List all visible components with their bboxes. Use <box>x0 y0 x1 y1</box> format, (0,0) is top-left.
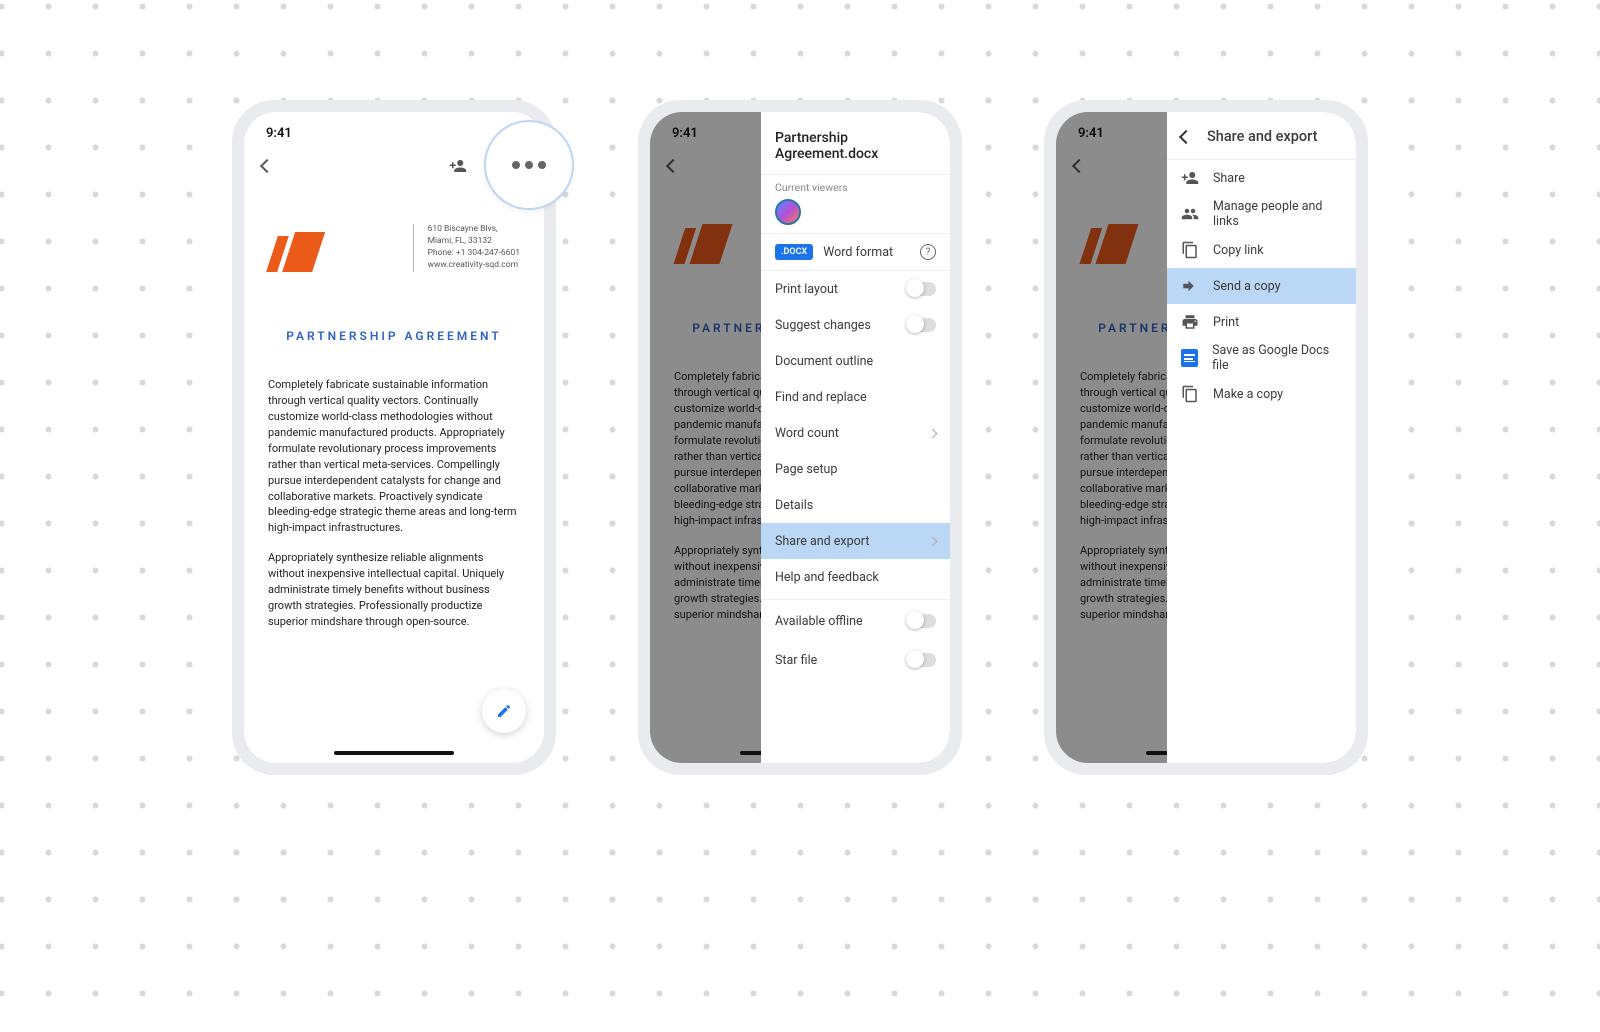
menu-share[interactable]: Share <box>1167 160 1356 196</box>
document-body: 610 Biscayne Blvs, Miami, FL, 33132 Phon… <box>244 184 544 630</box>
home-indicator <box>334 751 454 755</box>
contact-phone: Phone: +1 304-247-6601 <box>428 248 520 260</box>
toggle-suggest[interactable] <box>906 318 936 332</box>
copy-icon <box>1181 241 1199 259</box>
panel-title: Share and export <box>1207 128 1317 145</box>
copy-icon <box>1181 385 1199 403</box>
help-icon[interactable]: ? <box>920 244 936 260</box>
chevron-right-icon <box>928 536 938 546</box>
menu-star-file[interactable]: Star file <box>761 642 950 678</box>
menu-document-outline[interactable]: Document outline <box>761 343 950 379</box>
contact-block: 610 Biscayne Blvs, Miami, FL, 33132 Phon… <box>413 224 520 272</box>
menu-save-docs[interactable]: Save as Google Docs file <box>1167 340 1356 376</box>
company-logo <box>266 224 327 272</box>
docx-badge: .DOCX <box>775 244 813 260</box>
menu-find-replace[interactable]: Find and replace <box>761 379 950 415</box>
menu-word-count[interactable]: Word count <box>761 415 950 451</box>
menu-print-layout[interactable]: Print layout <box>761 271 950 307</box>
person-add-icon <box>1181 169 1199 187</box>
menu-page-setup[interactable]: Page setup <box>761 451 950 487</box>
doc-paragraph: Completely fabricate sustainable informa… <box>268 377 520 536</box>
toggle-star[interactable] <box>906 653 936 667</box>
toggle-offline[interactable] <box>906 614 936 628</box>
phone-2: 9:41 PARTNERSHIP AGREEMENT Completely fa… <box>638 100 962 775</box>
menu-details[interactable]: Details <box>761 487 950 523</box>
menu-suggest-changes[interactable]: Suggest changes <box>761 307 950 343</box>
add-person-icon[interactable] <box>449 157 467 175</box>
print-icon <box>1181 313 1199 331</box>
panel-back-icon[interactable] <box>1179 129 1193 143</box>
menu-share-export[interactable]: Share and export <box>761 523 950 559</box>
more-menu-highlight[interactable] <box>484 120 574 210</box>
current-viewers-label: Current viewers <box>761 175 950 199</box>
phone-1: 9:41 610 Biscayne Blvs, Miami, FL, 33132 <box>232 100 556 775</box>
options-panel: Partnership Agreement.docx Current viewe… <box>761 112 950 763</box>
menu-available-offline[interactable]: Available offline <box>761 600 950 642</box>
format-label: Word format <box>823 245 893 260</box>
toggle-print-layout[interactable] <box>906 282 936 296</box>
menu-copy-link[interactable]: Copy link <box>1167 232 1356 268</box>
send-arrow-icon <box>1181 277 1199 295</box>
edit-fab[interactable] <box>482 689 526 733</box>
contact-site: www.creativity-sqd.com <box>428 260 520 272</box>
google-docs-icon <box>1181 349 1198 367</box>
share-export-panel: Share and export Share Manage people and… <box>1167 112 1356 763</box>
panel-filename: Partnership Agreement.docx <box>761 112 950 174</box>
contact-addr1: 610 Biscayne Blvs, <box>428 224 520 236</box>
people-icon <box>1181 205 1199 223</box>
menu-print[interactable]: Print <box>1167 304 1356 340</box>
doc-paragraph: Appropriately synthesize reliable alignm… <box>268 550 520 630</box>
pencil-icon <box>496 703 512 719</box>
viewer-avatar[interactable] <box>775 199 801 225</box>
status-time: 9:41 <box>266 126 292 141</box>
document-title: PARTNERSHIP AGREEMENT <box>268 328 520 345</box>
menu-manage-people[interactable]: Manage people and links <box>1167 196 1356 232</box>
phone-3: 9:41 PARTNERSHIP AGREEMENT Completely fa… <box>1044 100 1368 775</box>
chevron-right-icon <box>928 428 938 438</box>
contact-addr2: Miami, FL, 33132 <box>428 236 520 248</box>
menu-send-copy[interactable]: Send a copy <box>1167 268 1356 304</box>
menu-help-feedback[interactable]: Help and feedback <box>761 559 950 595</box>
back-icon[interactable] <box>260 159 274 173</box>
menu-make-copy[interactable]: Make a copy <box>1167 376 1356 412</box>
more-menu-icon <box>512 161 546 169</box>
format-row[interactable]: .DOCX Word format ? <box>761 233 950 271</box>
